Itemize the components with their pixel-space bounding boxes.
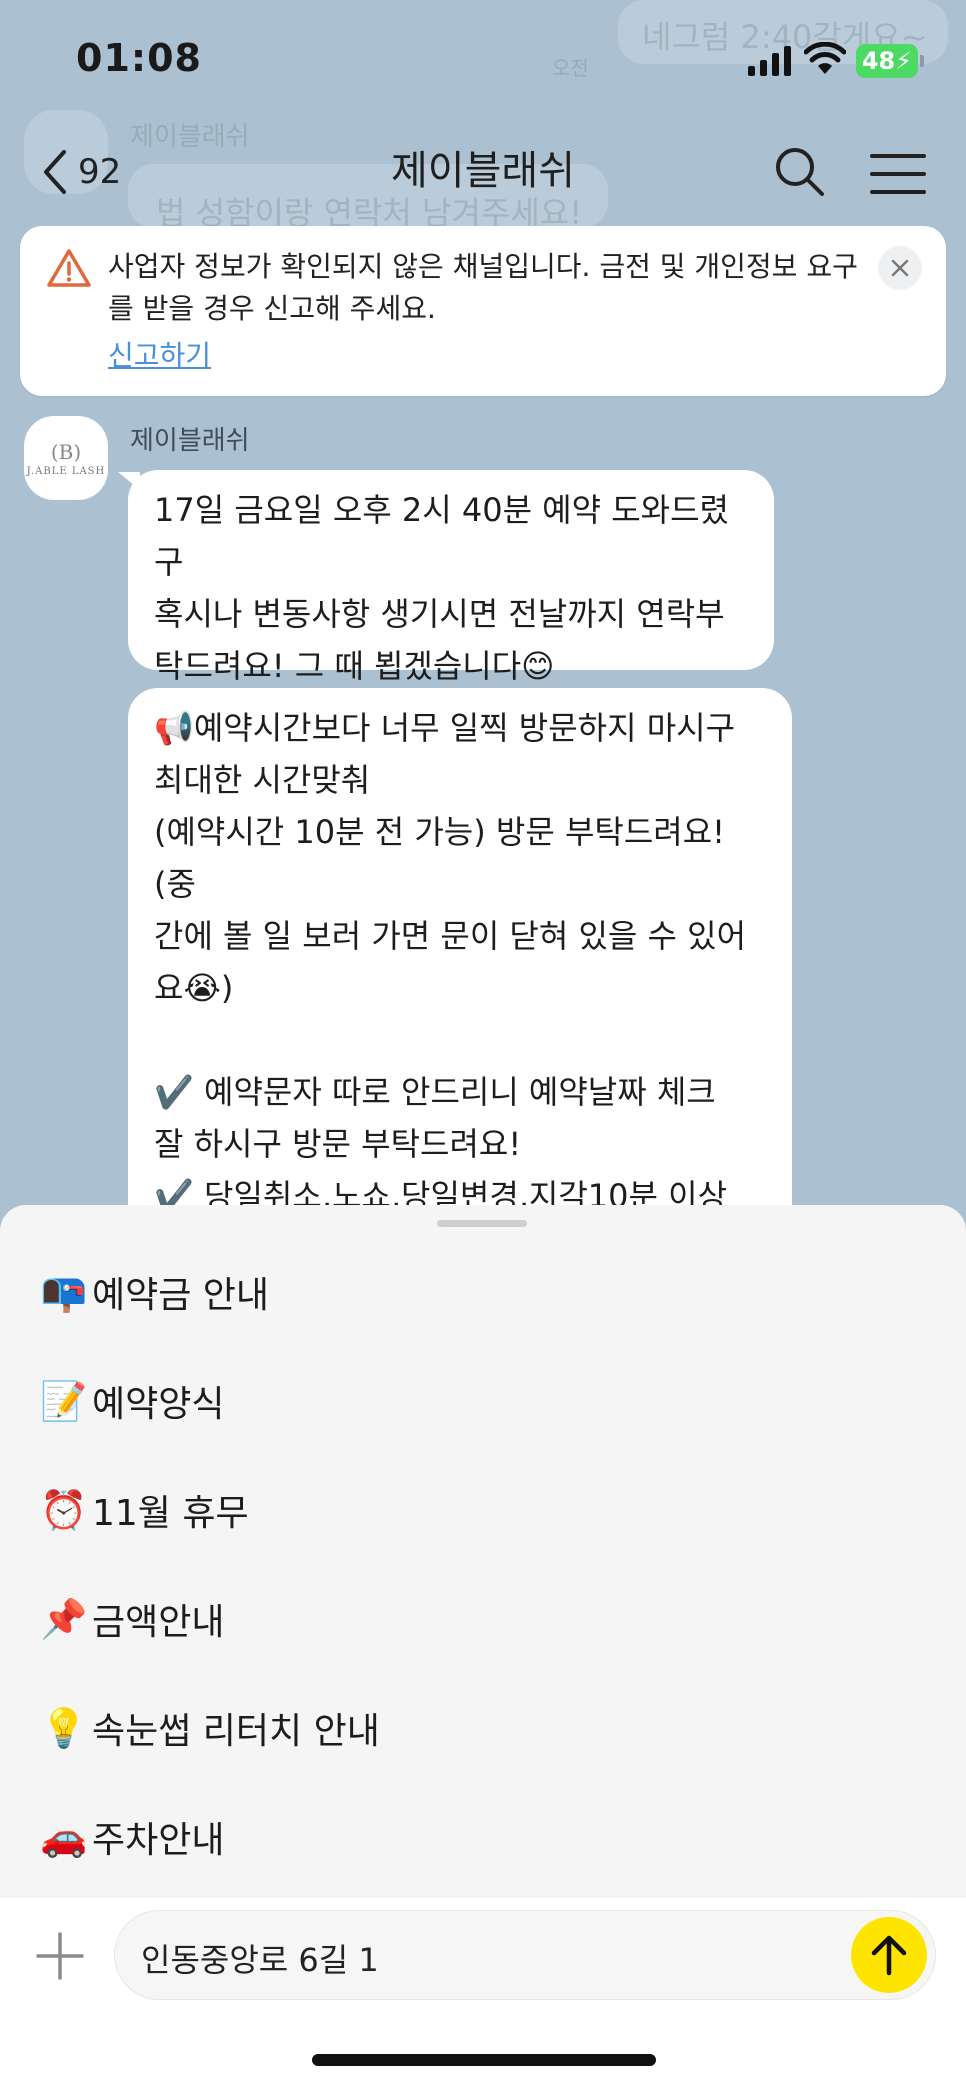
message-line: 최대한 시간맞춰 (154, 761, 371, 799)
message-input[interactable]: 인동중앙로 6길 1 (114, 1910, 936, 2000)
message-line: 📢예약시간보다 너무 일찍 방문하지 마시구 (154, 709, 736, 747)
message-bubble[interactable]: 17일 금요일 오후 2시 40분 예약 도와드렸구 혹시나 변동사항 생기시면… (128, 470, 774, 685)
quick-reply-form[interactable]: 📝 예약양식 (40, 1366, 224, 1436)
quick-reply-holiday[interactable]: ⏰ 11월 휴무 (40, 1475, 249, 1545)
quick-reply-label: 속눈썹 리터치 안내 (92, 1711, 380, 1752)
charging-bolt-icon: ⚡ (895, 47, 913, 75)
close-notice-button[interactable] (878, 246, 922, 290)
send-button[interactable] (851, 1917, 927, 1993)
mailbox-icon: 📭 (40, 1269, 88, 1314)
message-line: (예약시간 10분 전 가능) 방문 부탁드려요! (중 (154, 813, 725, 903)
home-indicator[interactable] (312, 2054, 656, 2066)
message-input-value: 인동중앙로 6길 1 (141, 1941, 379, 1979)
plus-icon[interactable] (32, 1928, 88, 1984)
quick-reply-retouch[interactable]: 💡 속눈썹 리터치 안내 (40, 1693, 380, 1763)
status-bar: 01:08 48⚡ (0, 0, 966, 120)
battery-cap (920, 55, 924, 67)
report-link[interactable]: 신고하기 (108, 334, 211, 374)
message-line: 간에 볼 일 보러 가면 문이 닫혀 있을 수 있어 (154, 917, 747, 955)
quick-reply-label: 주차안내 (92, 1820, 225, 1861)
quick-reply-price[interactable]: 📌 금액안내 (40, 1584, 224, 1654)
sender-name: 제이블래쉬 (130, 426, 250, 456)
alarm-clock-icon: ⏰ (40, 1487, 88, 1532)
car-icon: 🚗 (40, 1814, 88, 1859)
quick-reply-label: 예약양식 (92, 1384, 225, 1425)
sheet-drag-handle[interactable] (437, 1220, 527, 1227)
message-bubble[interactable]: 📢예약시간보다 너무 일찍 방문하지 마시구 최대한 시간맞춰 (예약시간 10… (128, 688, 792, 1267)
avatar[interactable]: (B) J.ABLE LASH (24, 416, 108, 500)
avatar-logo-text: J.ABLE LASH (26, 465, 106, 477)
message-line: 잘 하시구 방문 부탁드려요! (154, 1125, 522, 1163)
battery-level: 48 (861, 47, 896, 75)
memo-icon: 📝 (40, 1378, 88, 1423)
wifi-icon (804, 42, 846, 74)
quick-reply-parking[interactable]: 🚗 주차안내 (40, 1802, 224, 1872)
message-line: 17일 금요일 오후 2시 40분 예약 도와드렸구 (154, 491, 729, 581)
message-line: 요😭) (154, 969, 234, 1007)
search-icon[interactable] (770, 142, 830, 202)
unverified-channel-notice: 사업자 정보가 확인되지 않은 채널입니다. 금전 및 개인정보 요구를 받을 … (20, 226, 946, 396)
quick-reply-label: 금액안내 (92, 1602, 225, 1643)
quick-reply-label: 예약금 안내 (92, 1275, 270, 1316)
quick-reply-sheet: 📭 예약금 안내 📝 예약양식 ⏰ 11월 휴무 📌 금액안내 💡 속눈썹 리터… (0, 1205, 966, 1905)
message-line: 탁드려요! 그 때 뵙겠습니다😊 (154, 647, 555, 685)
arrow-up-icon (871, 1935, 907, 1976)
pushpin-icon: 📌 (40, 1596, 88, 1641)
message-line: 혹시나 변동사항 생기시면 전날까지 연락부 (154, 595, 725, 633)
close-icon (891, 259, 909, 277)
quick-reply-deposit[interactable]: 📭 예약금 안내 (40, 1257, 269, 1327)
avatar-logo-mark: (B) (50, 439, 82, 464)
light-bulb-icon: 💡 (40, 1705, 88, 1750)
cellular-signal-icon (748, 46, 791, 76)
chat-header: 92 제이블래쉬 (0, 120, 966, 230)
warning-icon (47, 249, 91, 287)
status-time: 01:08 (76, 36, 202, 80)
notice-text: 사업자 정보가 확인되지 않은 채널입니다. 금전 및 개인정보 요구를 받을 … (108, 250, 858, 325)
battery-indicator: 48⚡ (856, 44, 918, 78)
quick-reply-label: 11월 휴무 (92, 1493, 249, 1534)
menu-icon[interactable] (868, 146, 928, 202)
message-line: ✔️ 예약문자 따로 안드리니 예약날짜 체크 (154, 1073, 716, 1111)
